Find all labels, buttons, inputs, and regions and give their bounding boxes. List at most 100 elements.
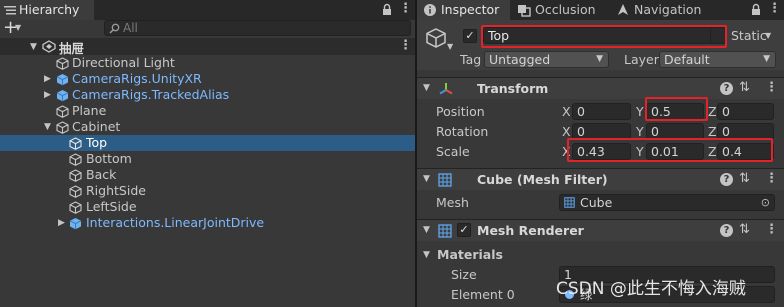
- list-icon: [4, 6, 16, 15]
- help-icon[interactable]: ?: [720, 224, 733, 237]
- expand-arrow-icon[interactable]: ▼: [423, 174, 430, 184]
- tab-hierarchy-label: Hierarchy: [19, 2, 80, 17]
- mesh-grid-icon: [564, 197, 575, 208]
- highlight-box-scale: [567, 138, 773, 162]
- position-z-label[interactable]: Z: [708, 104, 717, 120]
- expand-arrow-icon[interactable]: ▼: [30, 42, 37, 52]
- hierarchy-item-label: RightSide: [86, 183, 146, 198]
- hierarchy-item-top[interactable]: Top: [0, 135, 415, 151]
- hierarchy-item-label: Back: [86, 167, 117, 182]
- more-menu-icon[interactable]: ⋮: [399, 1, 412, 16]
- object-picker-icon[interactable]: ⊙: [761, 195, 770, 210]
- presets-icon[interactable]: ⇅: [739, 222, 750, 237]
- expand-arrow-icon[interactable]: ▼: [423, 83, 430, 93]
- mesh-renderer-title: Mesh Renderer: [477, 223, 584, 238]
- occlusion-icon: [518, 5, 531, 17]
- help-icon[interactable]: ?: [720, 173, 733, 186]
- materials-expand-arrow-icon[interactable]: ▼: [423, 250, 430, 260]
- highlight-box-position-y: [645, 97, 708, 121]
- gameobject-icon: [56, 105, 69, 118]
- position-x-field[interactable]: 0: [572, 103, 631, 120]
- collapsed-arrow-icon[interactable]: ▶: [44, 87, 51, 103]
- static-label[interactable]: Static: [731, 28, 767, 44]
- mesh-object-field[interactable]: Cube ⊙: [559, 194, 775, 211]
- tab-occlusion[interactable]: Occlusion: [510, 0, 610, 20]
- chevron-down-icon: ▼: [596, 54, 603, 64]
- expand-arrow-icon[interactable]: ▼: [423, 225, 430, 235]
- tab-inspector[interactable]: Inspector: [417, 0, 510, 20]
- rotation-label: Rotation: [436, 124, 489, 139]
- tab-navigation[interactable]: Navigation: [610, 0, 720, 20]
- mesh-value: Cube: [580, 195, 613, 210]
- component-menu-icon[interactable]: ⋮: [765, 80, 778, 95]
- gameobject-icon: [56, 121, 69, 134]
- hierarchy-item-plane[interactable]: Plane: [0, 103, 415, 119]
- hierarchy-item-label: Plane: [72, 103, 107, 118]
- inspector-panel: Inspector Occlusion Navigation ⋮ ▼ ✓ Top…: [417, 0, 784, 307]
- hierarchy-item-label: Directional Light: [72, 55, 175, 70]
- layer-dropdown[interactable]: Default ▼: [659, 51, 776, 68]
- position-x-value: 0: [577, 104, 585, 119]
- position-x-label[interactable]: X: [562, 104, 571, 120]
- hierarchy-item-rightside[interactable]: RightSide: [0, 183, 415, 199]
- expand-arrow-icon[interactable]: ▼: [44, 119, 51, 135]
- hierarchy-item-interactions-linearjointdrive[interactable]: ▶ Interactions.LinearJointDrive: [0, 215, 415, 231]
- prefab-icon: [56, 90, 69, 102]
- hierarchy-item-directional-light[interactable]: Directional Light: [0, 55, 415, 71]
- position-z-value: 0: [722, 104, 730, 119]
- presets-icon[interactable]: ⇅: [739, 80, 750, 95]
- lock-icon[interactable]: [382, 3, 392, 16]
- hierarchy-item-label: Cabinet: [72, 119, 121, 134]
- gameobject-icon: [69, 169, 82, 182]
- rotation-z-value: 0: [722, 124, 730, 139]
- position-y-label[interactable]: Y: [636, 104, 644, 120]
- search-icon: [109, 23, 120, 34]
- gameobject-icon: [69, 201, 82, 214]
- inspector-menu-icon[interactable]: ⋮: [768, 1, 781, 16]
- presets-icon[interactable]: ⇅: [739, 171, 750, 186]
- static-dropdown-icon[interactable]: ▼: [765, 31, 771, 40]
- position-label: Position: [436, 104, 485, 119]
- scene-menu-icon[interactable]: ⋮: [399, 38, 412, 53]
- mesh-renderer-icon: [438, 224, 452, 238]
- gameobject-icon: [69, 153, 82, 166]
- gameobject-icon: [69, 137, 82, 150]
- hierarchy-item-camerarigs-trackedalias[interactable]: ▶ CameraRigs.TrackedAlias: [0, 87, 415, 103]
- hierarchy-item-label: Top: [86, 135, 108, 150]
- tag-dropdown[interactable]: Untagged ▼: [484, 51, 609, 68]
- mesh-renderer-header[interactable]: ▼ ✓ Mesh Renderer ? ⇅ ⋮: [417, 219, 784, 241]
- lock-icon[interactable]: [751, 3, 761, 16]
- icon-dropdown-icon[interactable]: ▼: [447, 42, 453, 51]
- mesh-label: Mesh: [436, 195, 469, 210]
- help-icon[interactable]: ?: [720, 82, 733, 95]
- position-z-field[interactable]: 0: [717, 103, 774, 120]
- unity-scene-icon: [42, 40, 56, 53]
- hierarchy-item-leftside[interactable]: LeftSide: [0, 199, 415, 215]
- collapsed-arrow-icon[interactable]: ▶: [44, 71, 51, 87]
- hierarchy-item-bottom[interactable]: Bottom: [0, 151, 415, 167]
- hierarchy-item-camerarigs-unityxr[interactable]: ▶ CameraRigs.UnityXR: [0, 71, 415, 87]
- hierarchy-item-cabinet[interactable]: ▼ Cabinet: [0, 119, 415, 135]
- transform-header[interactable]: ▼ Transform ? ⇅ ⋮: [417, 77, 784, 99]
- element-0-label: Element 0: [451, 287, 515, 302]
- inspector-tabbar: Inspector Occlusion Navigation ⋮: [417, 0, 784, 20]
- watermark: CSDN @此生不悔入海贼: [556, 279, 746, 299]
- create-dropdown-icon[interactable]: ▼: [15, 23, 21, 32]
- active-checkbox[interactable]: ✓: [463, 29, 477, 43]
- hierarchy-item-label: CameraRigs.TrackedAlias: [72, 87, 230, 102]
- tab-inspector-label: Inspector: [441, 2, 500, 17]
- scene-row[interactable]: ▼ 抽屉 ⋮: [0, 38, 415, 56]
- mesh-filter-header[interactable]: ▼ Cube (Mesh Filter) ? ⇅ ⋮: [417, 168, 784, 190]
- component-menu-icon[interactable]: ⋮: [765, 222, 778, 237]
- scale-label: Scale: [436, 144, 470, 159]
- rotation-x-value: 0: [577, 124, 585, 139]
- collapsed-arrow-icon[interactable]: ▶: [58, 215, 65, 231]
- hierarchy-search-input[interactable]: All: [104, 20, 411, 36]
- component-menu-icon[interactable]: ⋮: [765, 171, 778, 186]
- hierarchy-item-back[interactable]: Back: [0, 167, 415, 183]
- tab-occlusion-label: Occlusion: [535, 2, 596, 17]
- mesh-renderer-enabled-checkbox[interactable]: ✓: [457, 223, 471, 237]
- hierarchy-item-label: LeftSide: [86, 199, 137, 214]
- chevron-down-icon: ▼: [763, 54, 770, 64]
- search-placeholder: All: [123, 21, 138, 35]
